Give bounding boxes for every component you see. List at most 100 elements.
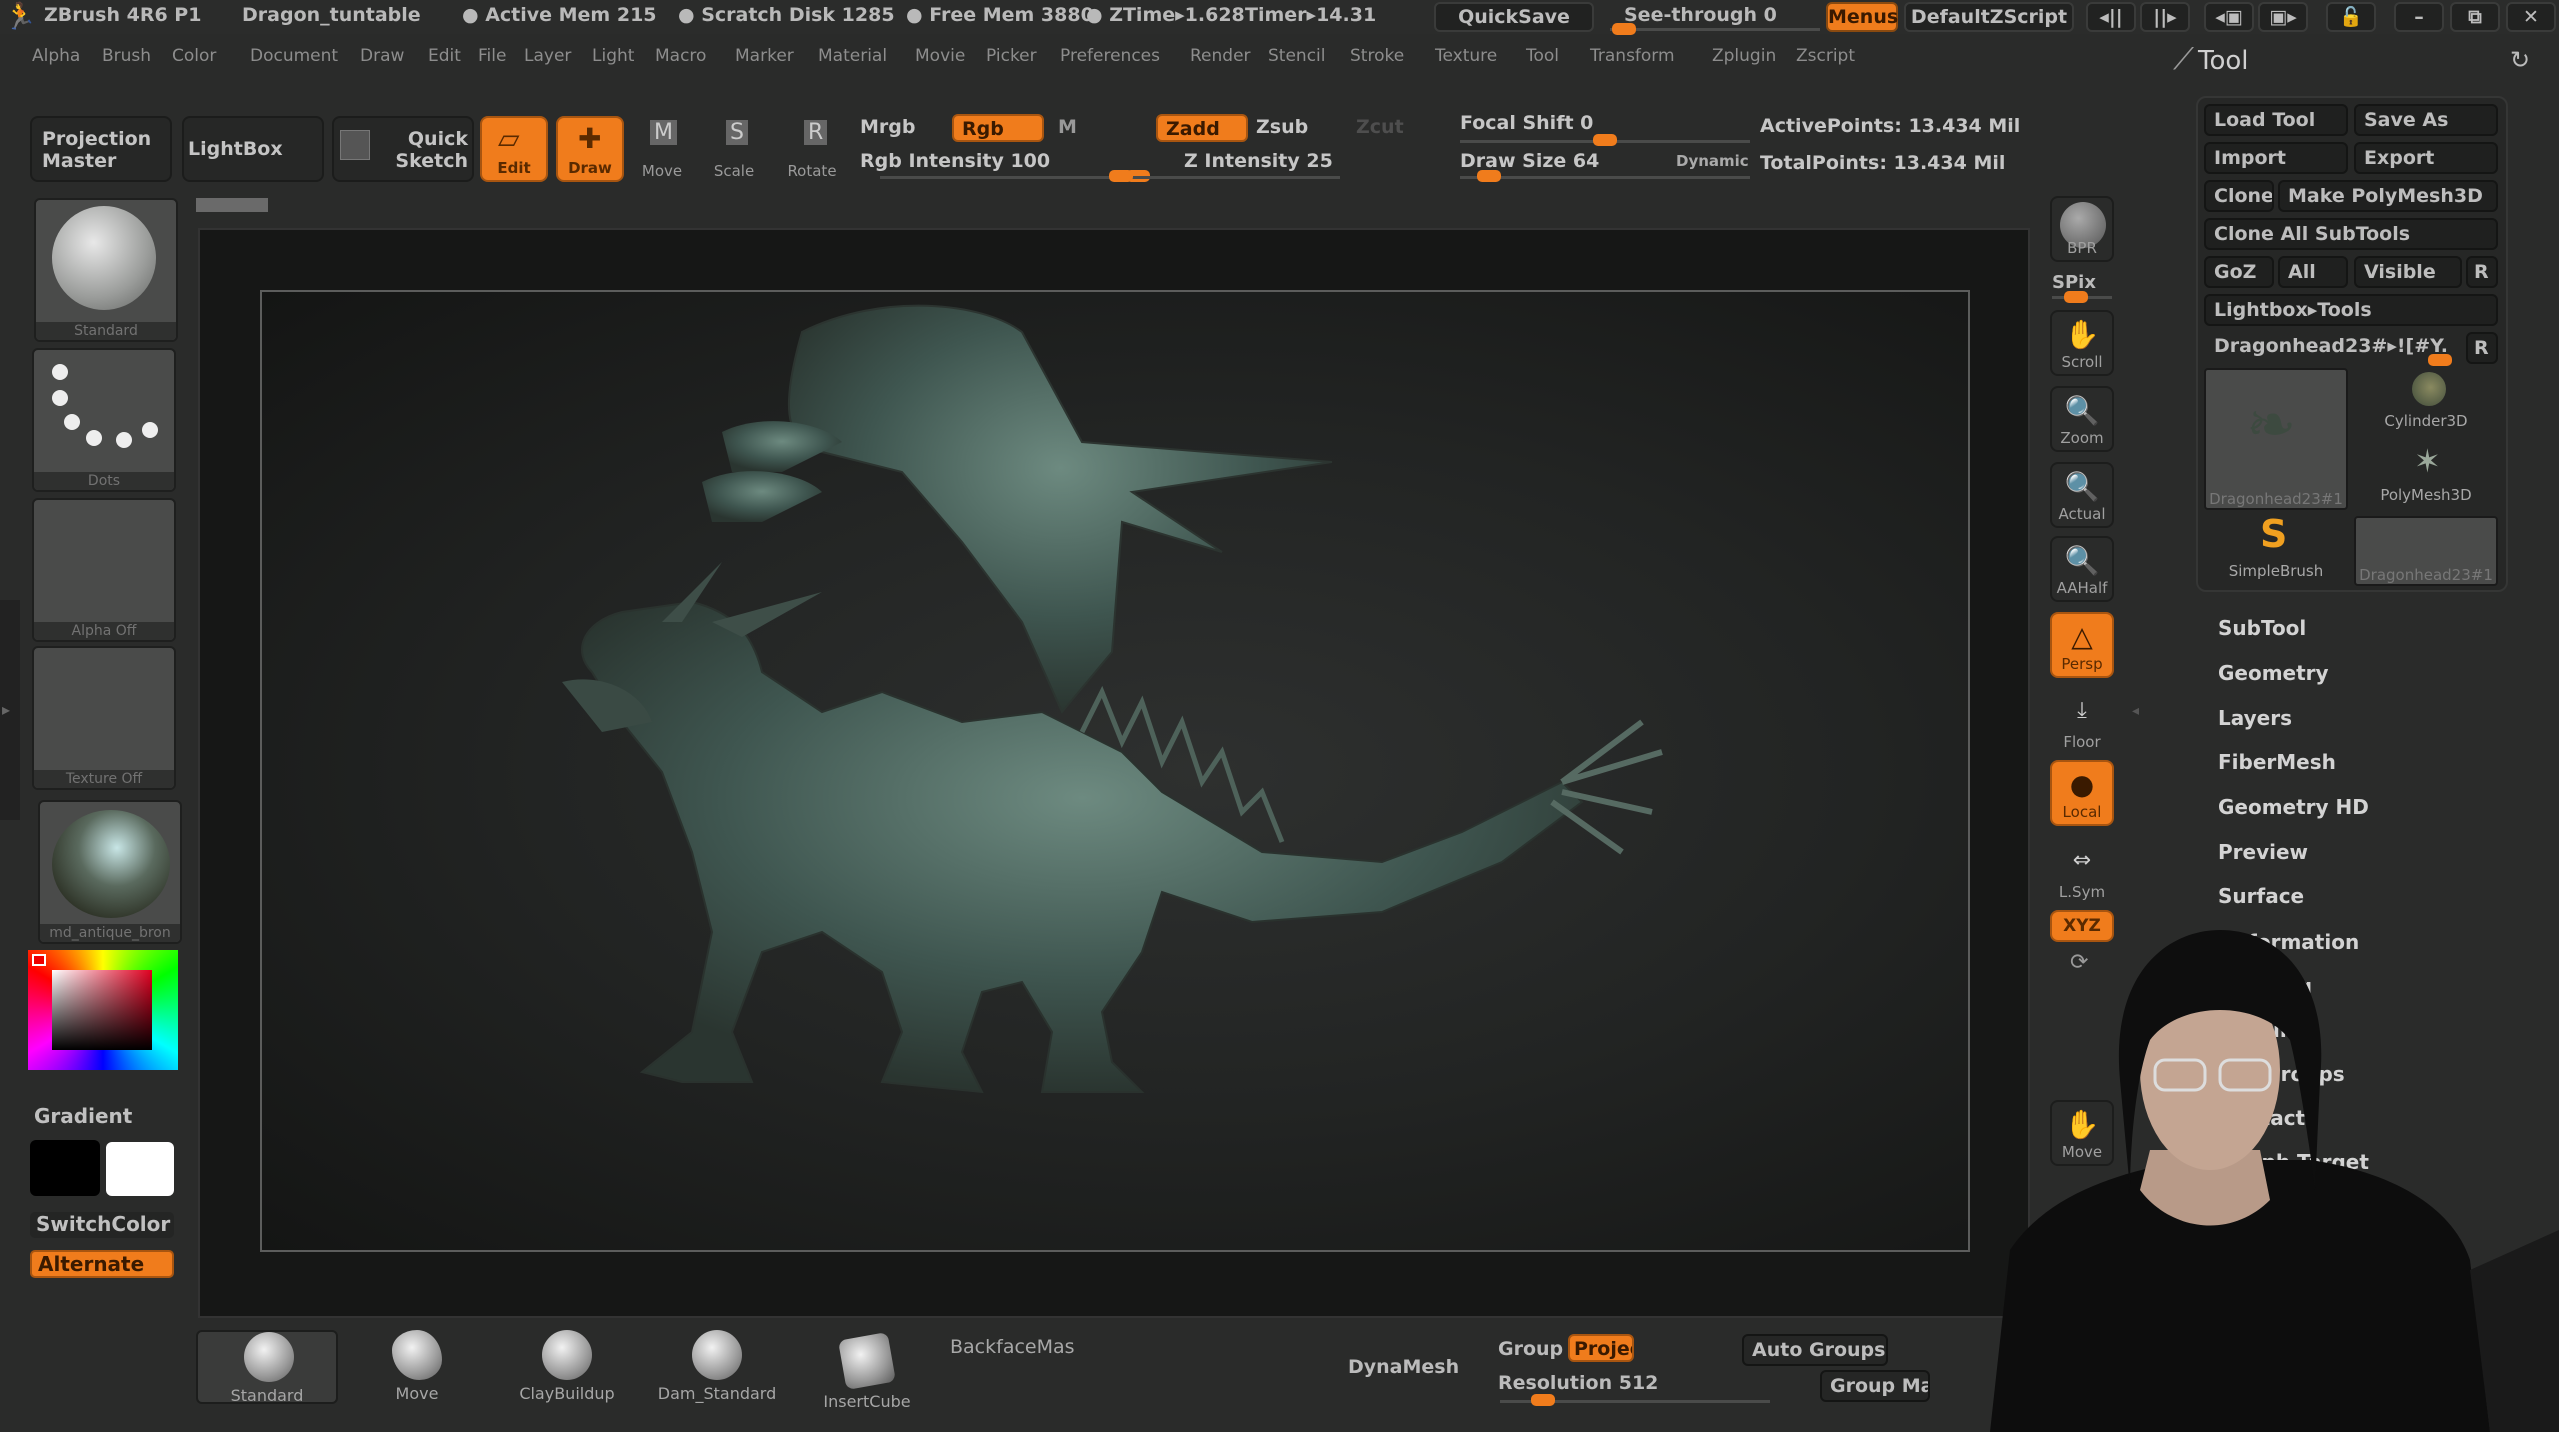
subpalette-surface[interactable]: Surface [2218, 884, 2304, 908]
dynamesh-button[interactable]: DynaMesh [1348, 1356, 1459, 1378]
next-layout-icon[interactable]: ▣▸ [2258, 2, 2308, 32]
right-tray-handle[interactable]: ◂ [2132, 700, 2146, 760]
goz-r-button[interactable]: R [2466, 256, 2498, 288]
current-tool-knob[interactable] [2428, 354, 2452, 366]
zoom-button[interactable]: 🔍 Zoom [2050, 386, 2114, 452]
save-as-button[interactable]: Save As [2354, 104, 2498, 136]
projection-master-button[interactable]: Projection Master [30, 116, 172, 182]
dynamic-button[interactable]: Dynamic [1676, 152, 1749, 170]
goz-button[interactable]: GoZ [2204, 256, 2274, 288]
see-through-knob[interactable] [1612, 23, 1636, 35]
backface-mask-button[interactable]: BackfaceMas [950, 1336, 1075, 1358]
export-button[interactable]: Export [2354, 142, 2498, 174]
refresh-icon[interactable]: ↻ [2510, 46, 2530, 74]
menu-preferences[interactable]: Preferences [1060, 46, 1160, 66]
spix-knob[interactable] [2064, 291, 2088, 303]
bottom-brush-standard[interactable]: Standard [196, 1330, 338, 1405]
rgb-button[interactable]: Rgb [952, 114, 1044, 142]
lightbox-tools-button[interactable]: Lightbox▸Tools [2204, 294, 2498, 326]
menu-brush[interactable]: Brush [102, 46, 151, 66]
draw-size-knob[interactable] [1477, 170, 1502, 182]
actual-button[interactable]: 🔍 Actual [2050, 462, 2114, 528]
group-toggle[interactable]: Group [1498, 1338, 1563, 1360]
menu-tool[interactable]: Tool [1526, 46, 1559, 66]
bottom-brush-insertcube[interactable]: InsertCube [796, 1330, 938, 1411]
menu-macro[interactable]: Macro [655, 46, 706, 66]
menu-file[interactable]: File [478, 46, 506, 66]
subpalette-fibermesh[interactable]: FiberMesh [2218, 750, 2336, 774]
menu-layer[interactable]: Layer [524, 46, 571, 66]
texture-selector[interactable]: Texture Off [32, 646, 176, 790]
menu-edit[interactable]: Edit [428, 46, 461, 66]
subpalette-geometry[interactable]: Geometry [2218, 661, 2329, 685]
tool-thumb-simplebrush[interactable]: S SimpleBrush [2204, 512, 2348, 586]
close-icon[interactable]: ✕ [2506, 2, 2556, 32]
tool-thumb-dragonhead-2[interactable]: Dragonhead23#1 [2354, 516, 2498, 586]
lock-icon[interactable]: 🔓 [2326, 2, 2376, 32]
alpha-selector[interactable]: Alpha Off [32, 498, 176, 642]
import-button[interactable]: Import [2204, 142, 2348, 174]
subpalette-subtool[interactable]: SubTool [2218, 616, 2306, 640]
resolution-knob[interactable] [1530, 1394, 1555, 1406]
menu-zscript[interactable]: Zscript [1796, 46, 1855, 66]
shrink-ui-icon[interactable]: ◂|| [2086, 2, 2136, 32]
menu-zplugin[interactable]: Zplugin [1712, 46, 1776, 66]
edit-button[interactable]: ▱ Edit [480, 116, 548, 182]
auto-groups-button[interactable]: Auto Groups [1742, 1334, 1888, 1366]
menu-texture[interactable]: Texture [1435, 46, 1497, 66]
tool-thumb-cylinder3d[interactable]: Cylinder3D [2354, 368, 2498, 438]
expand-ui-icon[interactable]: ||▸ [2140, 2, 2190, 32]
menu-picker[interactable]: Picker [986, 46, 1037, 66]
defaultzscript-button[interactable]: DefaultZScript [1904, 2, 2074, 32]
menu-stroke[interactable]: Stroke [1350, 46, 1404, 66]
minimize-icon[interactable]: – [2394, 2, 2444, 32]
current-tool-slider[interactable]: Dragonhead23#▸![#Y. [2204, 330, 2460, 362]
menu-material[interactable]: Material [818, 46, 887, 66]
menu-marker[interactable]: Marker [735, 46, 794, 66]
project-toggle[interactable]: Projec [1568, 1334, 1634, 1362]
scroll-button[interactable]: ✋ Scroll [2050, 310, 2114, 376]
subpalette-preview[interactable]: Preview [2218, 840, 2308, 864]
prev-layout-icon[interactable]: ◂▣ [2204, 2, 2254, 32]
menu-draw[interactable]: Draw [360, 46, 404, 66]
left-tray-handle[interactable]: ▸ [0, 600, 20, 820]
menu-alpha[interactable]: Alpha [32, 46, 80, 66]
move-button[interactable]: M Move [632, 116, 692, 182]
mrgb-button[interactable]: Mrgb [860, 116, 915, 138]
bottom-brush-dam-standard[interactable]: Dam_Standard [646, 1330, 788, 1404]
persp-button[interactable]: △ Persp [2050, 612, 2114, 678]
main-color-swatch[interactable] [30, 1140, 100, 1196]
switchcolor-button[interactable]: SwitchColor [30, 1212, 174, 1238]
zcut-button[interactable]: Zcut [1356, 116, 1404, 138]
zadd-button[interactable]: Zadd [1156, 114, 1248, 142]
floor-button[interactable]: ⤓ Floor [2050, 690, 2114, 756]
load-tool-button[interactable]: Load Tool [2204, 104, 2348, 136]
z-intensity-knob[interactable] [1109, 170, 1133, 182]
menu-render[interactable]: Render [1190, 46, 1251, 66]
quicksave-button[interactable]: QuickSave [1434, 2, 1594, 32]
material-selector[interactable]: md_antique_bron [38, 800, 182, 944]
alternate-button[interactable]: Alternate [30, 1250, 174, 1278]
menu-color[interactable]: Color [172, 46, 216, 66]
secondary-color-swatch[interactable] [106, 1142, 174, 1196]
subpalette-geometry-hd[interactable]: Geometry HD [2218, 795, 2369, 819]
menu-transform[interactable]: Transform [1590, 46, 1675, 66]
tool-thumb-polymesh3d[interactable]: ✶ PolyMesh3D [2354, 442, 2498, 512]
menu-document[interactable]: Document [250, 46, 338, 66]
draw-size-track[interactable] [1460, 176, 1750, 179]
scale-button[interactable]: S Scale [704, 116, 764, 182]
bpr-button[interactable]: BPR [2050, 196, 2114, 262]
group-masks-button[interactable]: Group Ma [1820, 1370, 1930, 1402]
local-button[interactable]: ● Local [2050, 760, 2114, 826]
stroke-selector[interactable]: Dots [32, 348, 176, 492]
tool-thumb-dragonhead[interactable]: ❧ Dragonhead23#1 [2204, 368, 2348, 510]
z-intensity-track[interactable] [1040, 176, 1340, 179]
tool-palette-header[interactable]: ⟋ Tool ↻ [2170, 42, 2559, 82]
rotate-button[interactable]: R Rotate [782, 116, 842, 182]
bottom-brush-claybuildup[interactable]: ClayBuildup [496, 1330, 638, 1404]
canvas[interactable] [260, 290, 1970, 1252]
aahalf-button[interactable]: 🔍 AAHalf [2050, 536, 2114, 602]
menu-light[interactable]: Light [592, 46, 634, 66]
clone-button[interactable]: Clone [2204, 180, 2274, 212]
brush-selector[interactable]: Standard [34, 198, 178, 342]
